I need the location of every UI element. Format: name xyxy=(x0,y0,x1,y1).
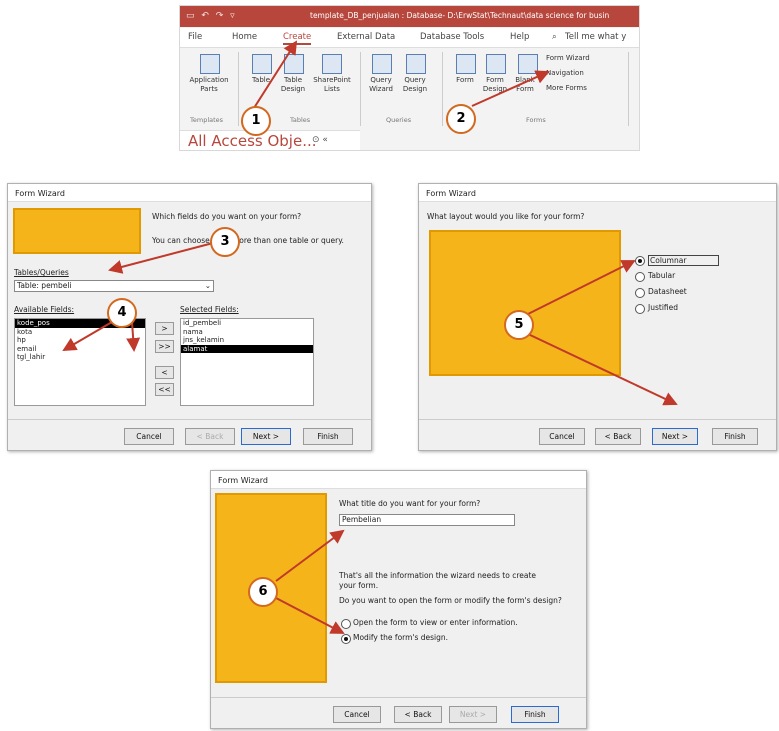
step-callout-4: 4 xyxy=(107,298,137,328)
step-callout-6: 6 xyxy=(248,577,278,607)
step-callout-3: 3 xyxy=(210,227,240,257)
arrow-5a xyxy=(527,260,636,315)
arrow-1 xyxy=(253,40,298,109)
arrow-6b xyxy=(275,597,345,634)
arrow-6a xyxy=(275,529,345,582)
step-callout-1: 1 xyxy=(241,106,271,136)
arrow-5b xyxy=(527,333,678,406)
annotation-arrows xyxy=(62,40,678,634)
arrow-4b xyxy=(126,321,141,352)
step-callout-5: 5 xyxy=(504,310,534,340)
arrow-2 xyxy=(471,70,550,107)
step-callout-2: 2 xyxy=(446,104,476,134)
arrow-4a xyxy=(62,321,113,352)
arrow-3 xyxy=(108,242,214,274)
